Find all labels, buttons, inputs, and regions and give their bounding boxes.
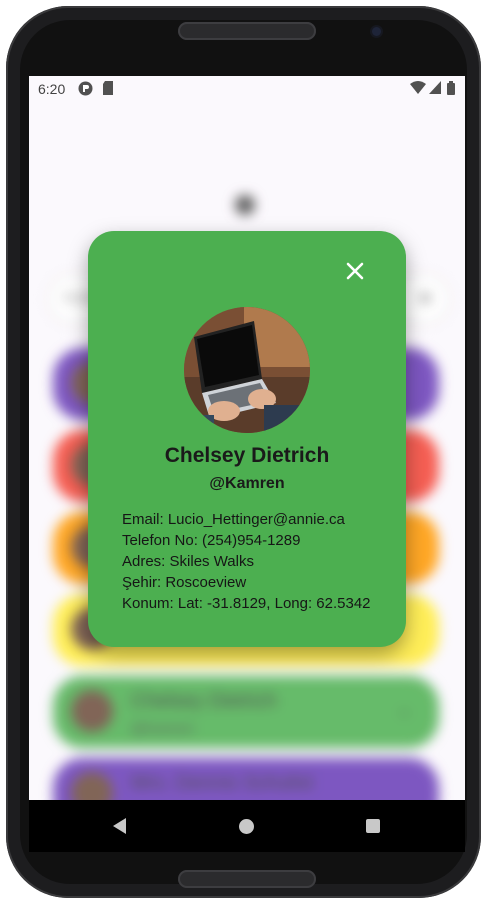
navigation-bar	[29, 800, 465, 852]
user-photo	[184, 307, 310, 433]
address-text: Adres: Skiles Walks	[122, 553, 254, 570]
recents-icon[interactable]	[366, 819, 380, 833]
dialog-user-name: Chelsey Dietrich	[164, 444, 330, 467]
back-icon[interactable]	[113, 818, 126, 834]
dialog-username: @Kamren	[209, 475, 285, 492]
app-screen: 6:20 Kullanıcı ara ⊗	[29, 76, 465, 800]
user-info-list: Email: Lucio_Hettinger@annie.ca Telefon …	[122, 509, 371, 614]
earpiece-speaker	[178, 22, 316, 40]
city-text: Şehir: Roscoeview	[122, 574, 247, 591]
location-text: Konum: Lat: -31.8129, Long: 62.5342	[122, 595, 371, 612]
close-button[interactable]	[342, 258, 368, 284]
home-icon[interactable]	[239, 819, 254, 834]
email-text: Email: Lucio_Hettinger@annie.ca	[122, 511, 345, 528]
user-detail-dialog: Chelsey Dietrich @Kamren Email: Lucio_He…	[88, 231, 406, 647]
front-camera	[372, 27, 381, 36]
phone-text: Telefon No: (254)954-1289	[122, 532, 301, 549]
bottom-speaker	[178, 870, 316, 888]
close-icon	[346, 262, 364, 280]
